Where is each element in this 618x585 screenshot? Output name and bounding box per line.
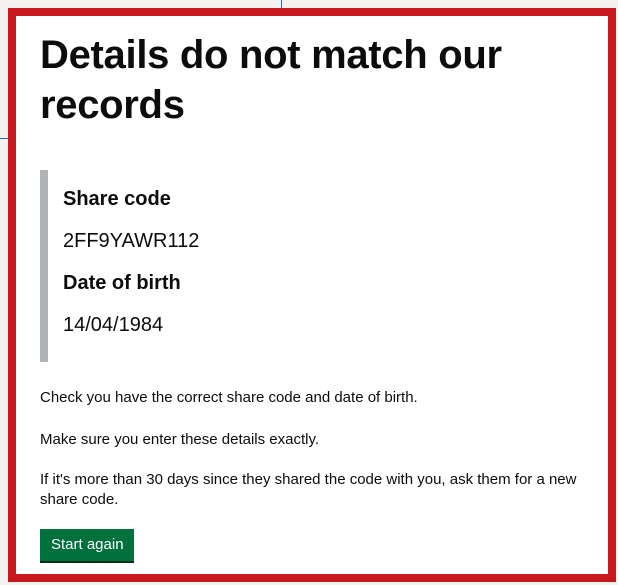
guidance-enter-exactly: Make sure you enter these details exactl… [40,431,320,448]
share-code-value: 2FF9YAWR112 [63,230,200,252]
share-code-label: Share code [63,188,171,210]
start-again-button[interactable]: Start again [40,529,134,561]
page-title: Details do not match our records [40,33,502,127]
highlight-frame: Details do not match our records Share c… [8,8,616,582]
main-content: Details do not match our records Share c… [40,30,600,561]
guidance-check-details: Check you have the correct share code an… [40,389,418,406]
date-of-birth-value: 14/04/1984 [63,314,164,336]
guidance-new-share-code: If it's more than 30 days since they sha… [40,471,577,508]
date-of-birth-label: Date of birth [63,272,181,294]
details-inset: Share code 2FF9YAWR112 Date of birth 14/… [40,170,600,362]
